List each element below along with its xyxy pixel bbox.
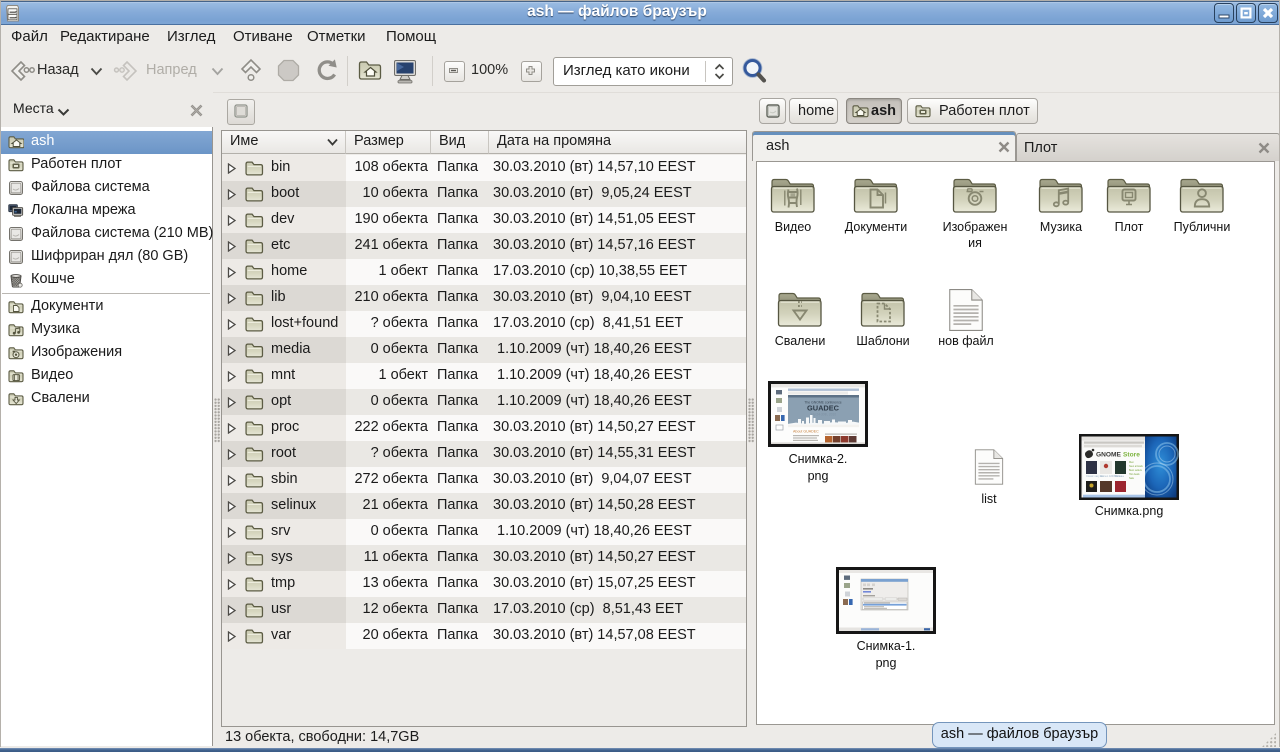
svg-text:New arrivals: New arrivals xyxy=(1129,465,1144,468)
svg-text:GUADEC: GUADEC xyxy=(807,404,840,413)
svg-text:Best sellers: Best sellers xyxy=(1129,469,1143,472)
svg-text:Hot deals: Hot deals xyxy=(1129,473,1140,476)
svg-text:GNOME: GNOME xyxy=(1096,452,1122,459)
svg-text:About GUADEC: About GUADEC xyxy=(793,430,819,434)
svg-text:Sale: Sale xyxy=(1129,477,1135,480)
svg-text:Men: Men xyxy=(1129,461,1134,464)
svg-text:Store: Store xyxy=(1123,452,1140,459)
svg-text:Dark tee: Dark tee xyxy=(1115,475,1125,478)
svg-text:July 24-30th, 2010: July 24-30th, 2010 xyxy=(810,413,836,417)
